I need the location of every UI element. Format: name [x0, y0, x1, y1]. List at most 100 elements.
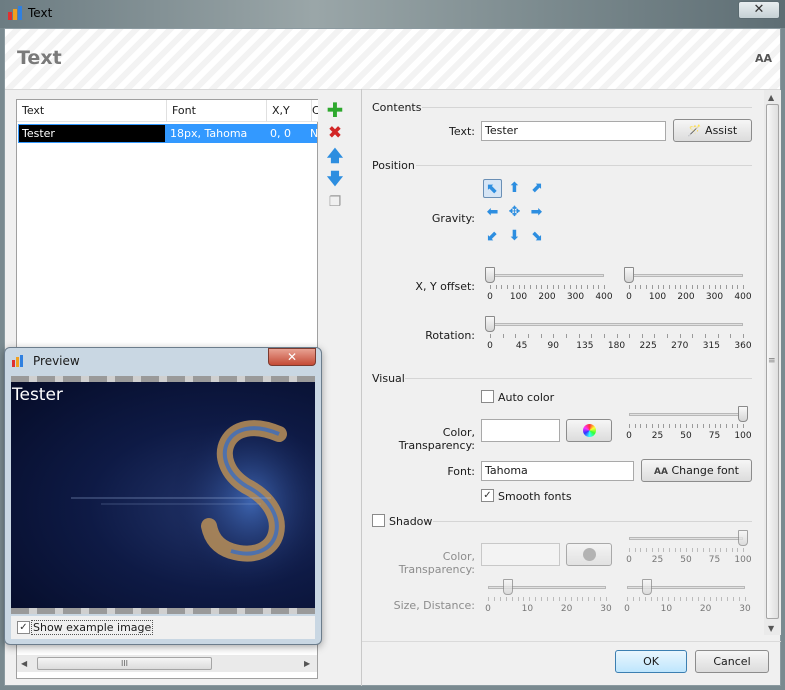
slider-tick [644, 597, 646, 601]
gravity-top-left-icon[interactable]: ⬉ [483, 179, 502, 198]
preview-app-icon [12, 355, 23, 367]
slider-tick [576, 597, 578, 601]
delete-icon[interactable]: ✖ [326, 124, 344, 142]
scroll-up-icon[interactable]: ▲ [768, 93, 774, 102]
section-visual: Visual [372, 372, 405, 385]
slider-track[interactable] [490, 274, 604, 277]
slider-thumb[interactable] [738, 530, 748, 546]
gravity-top-icon[interactable]: ⬆ [505, 179, 524, 198]
assist-button[interactable]: 🪄 Assist [673, 119, 752, 142]
slider-tick [604, 285, 605, 289]
move-up-icon[interactable]: 🡅 [326, 147, 344, 165]
slider-tick [657, 424, 659, 428]
slider-tick [674, 424, 676, 428]
slider-tick [691, 424, 693, 428]
slider-tick [511, 597, 513, 601]
column-header-xy[interactable]: X,Y [267, 100, 312, 122]
slider-track[interactable] [490, 323, 743, 326]
scroll-right-icon[interactable]: ▶ [304, 659, 310, 668]
slider-tick [657, 285, 659, 289]
slider-tick [501, 285, 503, 289]
copy-icon[interactable]: ❐ [326, 193, 344, 211]
color-swatch[interactable] [481, 419, 560, 442]
slider-thumb[interactable] [485, 267, 495, 283]
column-header-color[interactable]: C [312, 100, 318, 122]
font-size-icon[interactable]: AA [755, 52, 772, 65]
slider-tick-label: 20 [699, 604, 712, 614]
color-picker-button[interactable] [566, 419, 612, 442]
slider-tick [714, 548, 716, 552]
slider-tick [703, 597, 705, 601]
column-header-text[interactable]: Text [17, 100, 167, 122]
font-field[interactable]: Tahoma [481, 461, 634, 481]
gravity-right-icon[interactable]: ➡ [527, 203, 546, 222]
gravity-bottom-right-icon[interactable]: ⬊ [527, 227, 546, 246]
slider-tick [674, 597, 676, 601]
shadow-color-swatch[interactable] [481, 543, 560, 566]
slider-tick-label: 270 [671, 341, 689, 351]
slider-tick-label: 0 [626, 555, 632, 565]
slider-tick [730, 334, 732, 338]
slider-thumb[interactable] [738, 406, 748, 422]
wand-icon: 🪄 [687, 124, 702, 137]
shadow-checkbox[interactable] [372, 514, 385, 527]
scroll-left-icon[interactable]: ◀ [21, 659, 27, 668]
xy-offset-label: X, Y offset: [415, 280, 475, 293]
slider-thumb[interactable] [502, 579, 513, 595]
slider-track[interactable] [629, 274, 743, 277]
gravity-center-icon[interactable]: ✥ [505, 203, 524, 222]
scrollbar-thumb[interactable]: III [37, 657, 212, 670]
slider-tick [646, 285, 648, 289]
cancel-button[interactable]: Cancel [695, 650, 769, 673]
table-row[interactable]: Tester 18px, Tahoma 0, 0 N [18, 124, 318, 143]
slider-thumb[interactable] [624, 267, 634, 283]
slider-tick [686, 548, 687, 552]
slider-tick-label: 75 [708, 431, 721, 441]
slider-tick [505, 597, 507, 601]
slider-tick [527, 334, 529, 338]
scroll-down-icon[interactable]: ▼ [768, 624, 774, 633]
gravity-bottom-icon[interactable]: ⬇ [505, 227, 524, 246]
cell-text-editor[interactable]: Tester [19, 125, 165, 142]
slider-track[interactable] [629, 413, 743, 416]
slider-tick [582, 597, 584, 601]
slider-tick [535, 285, 537, 289]
slider-tick-label: 180 [607, 341, 626, 351]
change-font-button[interactable]: AA Change font [641, 459, 752, 482]
slider-tick [737, 424, 739, 428]
slider-tick-label: 45 [515, 341, 528, 351]
slider-tick [495, 285, 497, 289]
slider-tick [662, 597, 664, 601]
gravity-left-icon[interactable]: ⬅ [483, 203, 502, 222]
slider-tick-label: 300 [566, 292, 585, 302]
auto-color-label: Auto color [498, 391, 555, 404]
slider-tick-label: 30 [739, 604, 751, 614]
add-icon[interactable]: ✚ [326, 100, 344, 120]
preview-title: Preview [33, 354, 80, 368]
text-input[interactable]: Tester [481, 121, 666, 141]
slider-tick [715, 597, 717, 601]
slider-tick [697, 597, 699, 601]
column-header-font[interactable]: Font [167, 100, 267, 122]
auto-color-checkbox[interactable] [481, 390, 494, 403]
move-down-icon[interactable]: 🡇 [326, 170, 344, 188]
slider-tick-label: 200 [677, 292, 695, 302]
divider [422, 107, 752, 108]
slider-tick [651, 548, 653, 552]
slider-thumb[interactable] [485, 316, 495, 332]
slider-track[interactable] [629, 537, 743, 540]
slider-tick [667, 334, 669, 338]
gravity-bottom-left-icon[interactable]: ⬋ [483, 227, 502, 246]
window-close-button[interactable]: ✕ [738, 1, 780, 19]
color-transparency-label: Color, Transparency: [398, 426, 475, 452]
shadow-color-picker-button[interactable] [566, 543, 612, 566]
slider-thumb[interactable] [641, 579, 652, 595]
text-label: Text: [449, 125, 475, 138]
slider-tick [739, 597, 741, 601]
gravity-top-right-icon[interactable]: ⬈ [527, 179, 546, 198]
preview-close-button[interactable]: ✕ [268, 348, 316, 366]
ok-button[interactable]: OK [615, 650, 687, 673]
smooth-fonts-checkbox[interactable]: ✓ [481, 489, 494, 502]
smooth-fonts-label: Smooth fonts [498, 490, 572, 503]
show-example-checkbox[interactable]: ✓ [17, 621, 30, 634]
